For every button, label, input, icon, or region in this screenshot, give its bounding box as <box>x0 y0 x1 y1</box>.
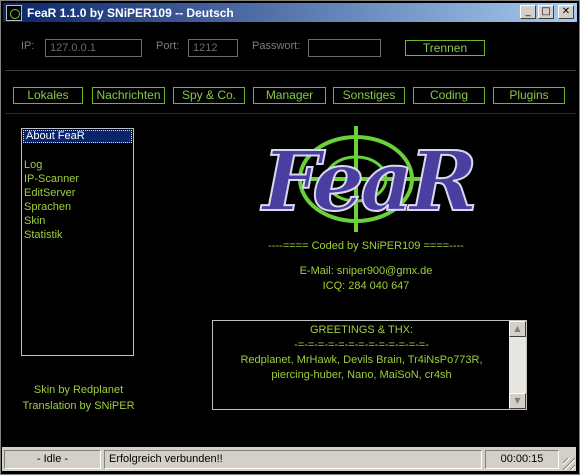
app-window: FeaR 1.1.0 by SNiPER109 -- Deutsch _ □ ✕… <box>0 0 580 475</box>
list-item-log[interactable]: Log <box>22 158 133 172</box>
ip-label: IP: <box>21 40 35 52</box>
password-input[interactable] <box>308 39 381 57</box>
list-item-statistik[interactable]: Statistik <box>22 228 133 242</box>
ip-input[interactable]: 127.0.0.1 <box>45 39 142 57</box>
greetings-title: GREETINGS & THX: <box>309 324 414 336</box>
scroll-down-icon[interactable]: ▼ <box>509 393 526 409</box>
divider <box>5 113 576 114</box>
icq-text: ICQ: 284 040 647 <box>322 280 410 292</box>
port-input[interactable]: 1212 <box>188 39 238 57</box>
status-state: - Idle - <box>4 450 101 469</box>
list-item-editserver[interactable]: EditServer <box>22 186 133 200</box>
greetings-line-2: piercing-huber, Nano, MaiSoN, cr4sh <box>271 369 452 381</box>
menu-list[interactable]: About FeaR Log IP-Scanner EditServer Spr… <box>21 128 134 356</box>
logo-text: FeaR <box>260 134 473 230</box>
coded-by-text: ----==== Coded by SNiPER109 ====---- <box>268 240 464 252</box>
close-button[interactable]: ✕ <box>558 5 574 19</box>
greetings-scrollbar[interactable]: ▲ ▼ <box>509 321 526 409</box>
disconnect-button[interactable]: Trennen <box>405 40 485 56</box>
window-title: FeaR 1.1.0 by SNiPER109 -- Deutsch <box>27 5 234 20</box>
minimize-button[interactable]: _ <box>520 5 536 19</box>
list-item-sprachen[interactable]: Sprachen <box>22 200 133 214</box>
tab-sonstiges[interactable]: Sonstiges <box>333 87 405 104</box>
greetings-box[interactable]: GREETINGS & THX: -=-=-=-=-=-=-=-=-=-=-=-… <box>212 320 527 410</box>
greetings-line-1: Redplanet, MrHawk, Devils Brain, Tr4iNsP… <box>240 354 483 366</box>
title-bar[interactable]: FeaR 1.1.0 by SNiPER109 -- Deutsch _ □ ✕ <box>3 3 577 22</box>
tab-nachrichten[interactable]: Nachrichten <box>92 87 165 104</box>
scroll-up-icon[interactable]: ▲ <box>509 321 526 337</box>
tab-spy-co[interactable]: Spy & Co. <box>173 87 245 104</box>
greetings-divider: -=-=-=-=-=-=-=-=-=-=-=-=-=- <box>294 339 429 351</box>
list-item-skin[interactable]: Skin <box>22 214 133 228</box>
skin-credit: Skin by Redplanet <box>33 384 124 396</box>
tab-manager[interactable]: Manager <box>253 87 326 104</box>
list-item-ip-scanner[interactable]: IP-Scanner <box>22 172 133 186</box>
tab-lokales[interactable]: Lokales <box>13 87 83 104</box>
fear-logo: FeaR <box>259 126 479 232</box>
greetings-content: GREETINGS & THX: -=-=-=-=-=-=-=-=-=-=-=-… <box>213 323 510 383</box>
port-label: Port: <box>156 40 180 52</box>
crosshair-icon <box>6 4 22 21</box>
resize-grip-icon[interactable] <box>563 458 575 470</box>
email-text: E-Mail: sniper900@gmx.de <box>299 265 433 277</box>
tab-plugins[interactable]: Plugins <box>493 87 565 104</box>
maximize-button[interactable]: □ <box>538 5 554 19</box>
status-timer: 00:00:15 <box>485 450 559 469</box>
list-item-about[interactable]: About FeaR <box>23 130 132 143</box>
status-message: Erfolgreich verbunden!! <box>104 450 482 469</box>
tab-coding[interactable]: Coding <box>413 87 485 104</box>
tab-bar: Lokales Nachrichten Spy & Co. Manager So… <box>13 87 573 105</box>
translation-credit: Translation by SNiPER <box>22 400 135 412</box>
password-label: Passwort: <box>252 40 301 52</box>
connection-bar: IP: 127.0.0.1 Port: 1212 Passwort: Trenn… <box>5 24 576 71</box>
status-bar: - Idle - Erfolgreich verbunden!! 00:00:1… <box>2 447 576 471</box>
